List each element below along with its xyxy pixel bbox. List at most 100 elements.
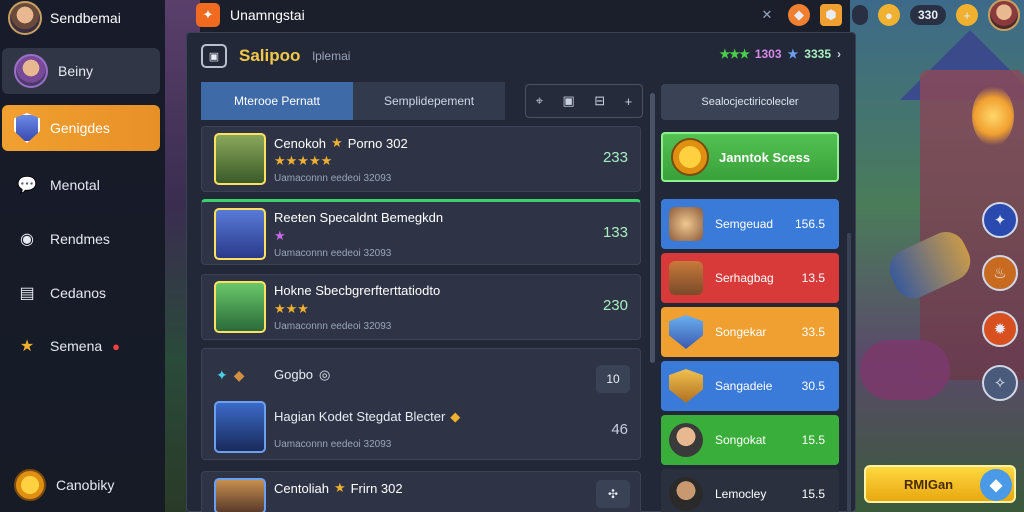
tab-semplidepement[interactable]: Semplidepement bbox=[353, 82, 505, 120]
panel-header: ▣ Salipoo lplemai bbox=[201, 43, 350, 69]
profile-row[interactable]: Sendbemai bbox=[8, 1, 158, 35]
row-title-group: Gogbo ◎ bbox=[274, 367, 330, 383]
shop-item-price: 15.5 bbox=[801, 433, 825, 447]
alert-badge-icon: ● bbox=[112, 338, 121, 354]
row-title: Hokne Sbecbgrerfterttatiodto bbox=[274, 283, 441, 298]
row-title: Reeten Specaldnt Bemegkdn bbox=[274, 210, 444, 225]
action-button-label: RMIGan bbox=[904, 476, 954, 492]
inventory-icon: ▤ bbox=[19, 285, 35, 302]
shop-item-label: Lemocley bbox=[715, 487, 767, 501]
panel-title: Salipoo bbox=[239, 46, 301, 65]
app-logo-icon: ✦ bbox=[196, 3, 220, 27]
row-subtitle: Uamaconnn eedeoi 32093 bbox=[274, 173, 392, 184]
tab-bar: Mterooe Pernatt Semplidepement bbox=[201, 82, 505, 120]
action-button[interactable]: RMIGan ◆ bbox=[864, 465, 1016, 503]
row-title: Gogbo bbox=[274, 367, 314, 382]
panel-subtitle: lplemai bbox=[312, 49, 351, 63]
hero-head-icon bbox=[669, 423, 703, 457]
row-subtitle: Uamaconnn eedeoi 32093 bbox=[274, 248, 392, 259]
row-title-group: Cenokoh ★ Porno 302 bbox=[274, 135, 408, 151]
sidebar-item-cedanos[interactable]: ▤ Cedanos bbox=[2, 270, 160, 316]
list-item[interactable]: Centoliah ★ Frirn 302 ✣ bbox=[201, 471, 641, 512]
helmet-icon: ◆ bbox=[233, 367, 245, 383]
star-icon: ★ bbox=[333, 480, 346, 495]
close-icon[interactable]: ✕ bbox=[756, 4, 778, 26]
sidebar-item-menotal[interactable]: 💬 Menotal bbox=[2, 162, 160, 208]
shop-item[interactable]: Lemocley 15.5 bbox=[661, 469, 839, 512]
shop-item-label: Songekar bbox=[715, 325, 767, 339]
avatar[interactable] bbox=[8, 1, 42, 35]
hero-portrait bbox=[214, 478, 266, 512]
chat-icon: 💬 bbox=[17, 177, 37, 194]
shop-item[interactable]: Sangadeie 30.5 bbox=[661, 361, 839, 411]
shop-item-price: 13.5 bbox=[801, 271, 825, 285]
coin-add-icon[interactable]: + bbox=[956, 4, 978, 26]
star-icon: ★ bbox=[19, 338, 35, 355]
grid-icon[interactable]: ▣ bbox=[563, 93, 575, 109]
notification-icon: ◉ bbox=[20, 231, 34, 248]
target-icon[interactable]: ⌖ bbox=[536, 93, 543, 109]
toolbar: ⌖ ▣ ⊟ + bbox=[525, 84, 643, 118]
star-icon: ★ bbox=[787, 47, 799, 61]
sidebar: Sendbemai Beiny Genigdes 💬 Menotal ◉ Ren… bbox=[0, 0, 165, 512]
shield-icon bbox=[14, 113, 40, 143]
wing-icon: ✦ bbox=[216, 367, 228, 383]
coin-icon bbox=[671, 138, 709, 176]
top-bar: ✦ Unamngstai ✕ ◆ ⬢ ● 330 + bbox=[196, 0, 1024, 31]
panel-stats: ★★★ 1303 ★ 3335 › bbox=[720, 47, 841, 61]
resource-value: 330 bbox=[909, 5, 946, 25]
action-icon[interactable]: ✣ bbox=[596, 480, 630, 508]
rune-icon[interactable]: ✧ bbox=[982, 365, 1018, 401]
list-item[interactable]: ✦ ◆ Gogbo ◎ 10 Hagian Kodet Stegdat Blec… bbox=[201, 348, 641, 460]
scrollbar[interactable] bbox=[847, 233, 851, 512]
shop-item-label: Songokat bbox=[715, 433, 766, 447]
list-icon[interactable]: ⊟ bbox=[594, 93, 605, 109]
magic-orb-icon[interactable]: ✦ bbox=[982, 202, 1018, 238]
flame-icon[interactable]: ♨ bbox=[982, 255, 1018, 291]
row-value: 230 bbox=[602, 297, 628, 314]
shop-item[interactable]: Serhagbag 13.5 bbox=[661, 253, 839, 303]
star-rating-icon: ★★★ bbox=[719, 47, 750, 61]
count-badge: 10 bbox=[596, 365, 630, 393]
scrollbar[interactable] bbox=[650, 93, 655, 363]
egg-icon bbox=[669, 207, 703, 241]
resource-bar: ✕ ◆ ⬢ ● 330 + bbox=[756, 0, 1020, 31]
app-title: Unamngstai bbox=[230, 7, 305, 23]
shop-item[interactable]: Semgeuad 156.5 bbox=[661, 199, 839, 249]
sidebar-item-canobiky[interactable]: Canobiky bbox=[2, 462, 160, 508]
chest-icon bbox=[669, 261, 703, 295]
chevron-right-icon[interactable]: › bbox=[837, 47, 841, 61]
list-item[interactable]: Cenokoh ★ Porno 302 ★★★★★ Uamaconnn eede… bbox=[201, 126, 641, 192]
fire-icon[interactable]: ◆ bbox=[787, 4, 810, 26]
row-stars: ★★★ bbox=[274, 301, 309, 316]
shop-item[interactable]: Songokat 15.5 bbox=[661, 415, 839, 465]
list-item[interactable]: Reeten Specaldnt Bemegkdn ★ Uamaconnn ee… bbox=[201, 199, 641, 265]
shop-item-label: Sangadeie bbox=[715, 379, 773, 393]
row-title-extra: Porno 302 bbox=[347, 135, 408, 151]
fire-orb-icon[interactable]: ✹ bbox=[982, 311, 1018, 347]
gold-shield-icon bbox=[669, 369, 703, 403]
shop-header[interactable]: Sealocjectiricolecler bbox=[661, 84, 839, 120]
shield-badge-icon[interactable]: ⬢ bbox=[819, 4, 842, 26]
sidebar-item-rendmes[interactable]: ◉ Rendmes bbox=[2, 216, 160, 262]
sidebar-item-semena[interactable]: ★ Semena ● bbox=[2, 323, 160, 369]
row-value: 133 bbox=[602, 224, 628, 241]
add-icon[interactable]: + bbox=[625, 94, 633, 109]
shop-item-label: Serhagbag bbox=[715, 271, 774, 285]
lamp bbox=[972, 86, 1014, 146]
row-value: 233 bbox=[602, 149, 628, 166]
shop-item-price: 15.5 bbox=[801, 487, 825, 501]
tab-mterooe[interactable]: Mterooe Pernatt bbox=[201, 82, 353, 120]
shop-item[interactable]: Songekar 33.5 bbox=[661, 307, 839, 357]
list-item[interactable]: Hokne Sbecbgrerfterttatiodto ★★★ Uamacon… bbox=[201, 274, 641, 340]
claim-button[interactable]: Janntok Scess bbox=[661, 132, 839, 182]
check-icon: ◎ bbox=[319, 367, 331, 382]
header-stat: 1303 bbox=[754, 47, 782, 61]
row-title-group: Centoliah ★ Frirn 302 bbox=[274, 480, 403, 496]
sidebar-item-label: Cedanos bbox=[50, 285, 107, 301]
sidebar-item-beiny[interactable]: Beiny bbox=[2, 48, 160, 94]
avatar[interactable] bbox=[988, 0, 1020, 31]
sidebar-item-genigdes[interactable]: Genigdes bbox=[2, 105, 160, 151]
shop-item-price: 30.5 bbox=[801, 379, 825, 393]
claim-label: Janntok Scess bbox=[719, 149, 811, 165]
